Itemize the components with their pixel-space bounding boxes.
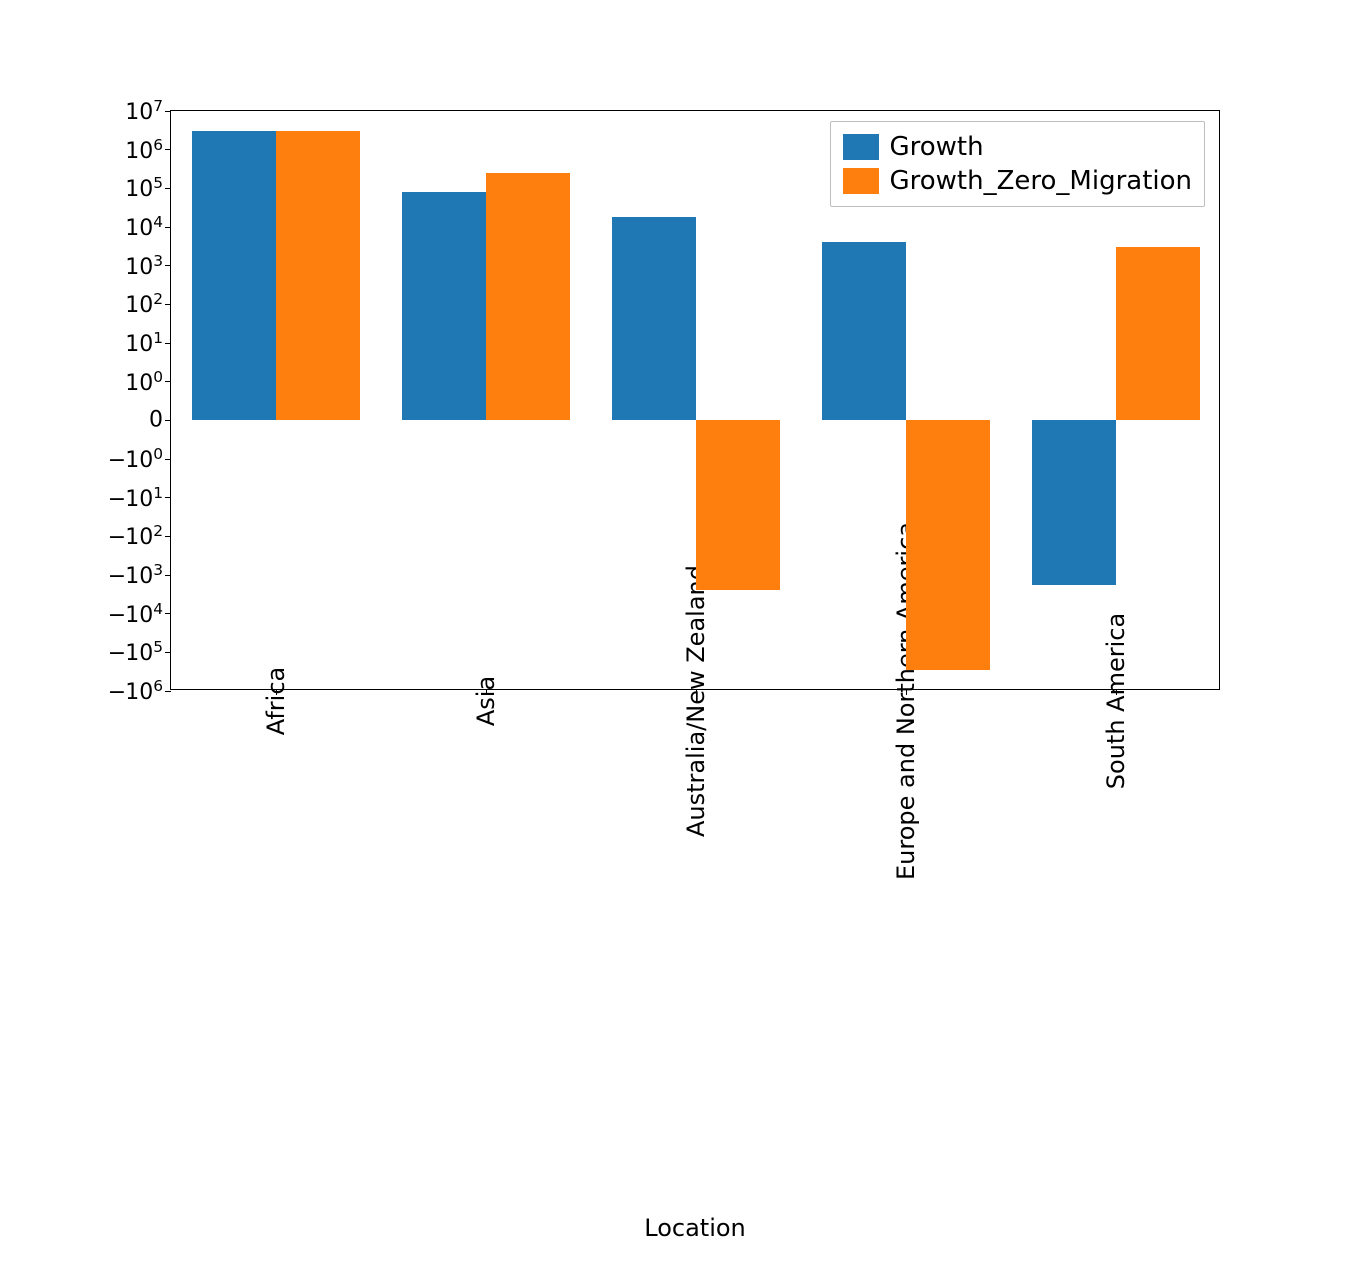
legend-swatch [843, 168, 879, 194]
ytick-label: −105 [108, 638, 171, 666]
bar-growth [192, 131, 276, 420]
ytick-label: −106 [108, 677, 171, 705]
bar-growth [1032, 420, 1116, 585]
ytick-label: 102 [125, 290, 171, 318]
legend-swatch [843, 134, 879, 160]
legend: Growth Growth_Zero_Migration [830, 121, 1205, 207]
bar-growth [612, 217, 696, 420]
ytick-label: −102 [108, 522, 171, 550]
ytick-label: 107 [125, 97, 171, 125]
ytick-label: 106 [125, 135, 171, 163]
x-axis-label: Location [644, 1214, 746, 1242]
ytick-label: −101 [108, 483, 171, 511]
ytick-label: −100 [108, 445, 171, 473]
figure: Growth Growth_Zero_Migration 107 106 105 104… [0, 0, 1360, 1286]
ytick-label: −104 [108, 599, 171, 627]
bar-growth [822, 242, 906, 420]
ytick-label: 104 [125, 213, 171, 241]
bar-growth_zero_migration [696, 420, 780, 590]
ytick-label: 100 [125, 367, 171, 395]
xtick-label: South America [1028, 701, 1204, 729]
bar-growth [402, 192, 486, 420]
bar-growth_zero_migration [1116, 247, 1200, 420]
legend-item: Growth [843, 130, 1192, 164]
ytick-label: 101 [125, 329, 171, 357]
xtick-label: Africa [242, 701, 310, 729]
legend-label: Growth [889, 132, 983, 162]
legend-label: Growth_Zero_Migration [889, 166, 1192, 196]
ytick-label: 105 [125, 174, 171, 202]
bar-growth_zero_migration [486, 173, 570, 420]
bar-growth_zero_migration [906, 420, 990, 669]
xtick-label: Asia [461, 701, 511, 729]
bar-growth_zero_migration [276, 131, 360, 420]
legend-item: Growth_Zero_Migration [843, 164, 1192, 198]
chart-axes: GrowthGrowth_Zero_Migration 107106105104… [170, 110, 1220, 690]
ytick-label: −103 [108, 561, 171, 589]
ytick-label: 0 [149, 408, 171, 433]
ytick-label: 103 [125, 251, 171, 279]
